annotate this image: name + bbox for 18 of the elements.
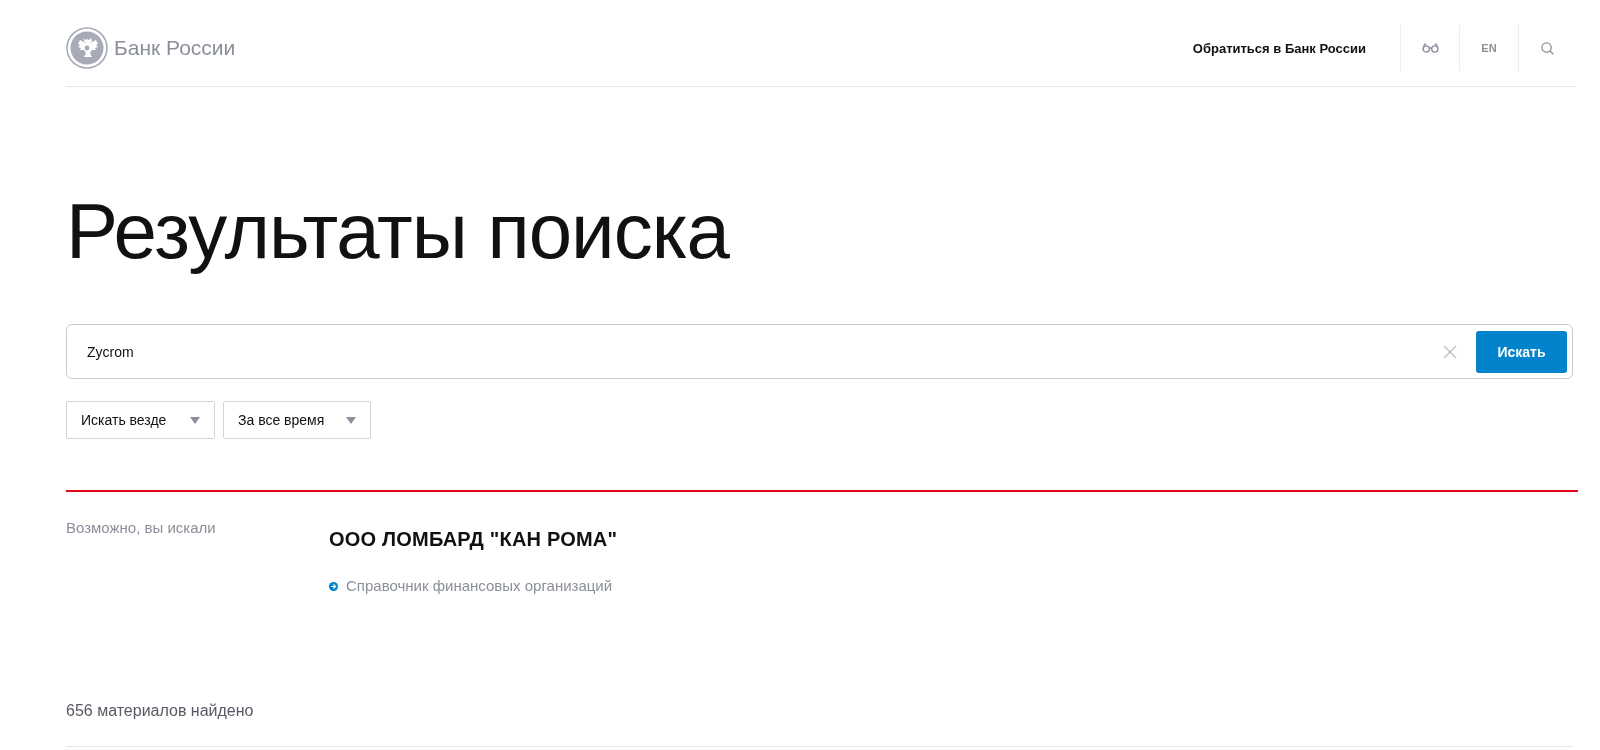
clear-icon[interactable]	[1443, 344, 1457, 359]
suggestion-label: Возможно, вы искали	[66, 518, 217, 538]
search-icon[interactable]	[1540, 41, 1554, 55]
emblem-icon[interactable]	[66, 27, 108, 69]
results-count: 656 материалов найдено	[66, 701, 255, 721]
dropdown-label[interactable]: За все время	[238, 412, 325, 428]
filter-dropdown[interactable]: За все время	[223, 401, 371, 439]
glasses-icon[interactable]	[1421, 43, 1439, 53]
filter-dropdown[interactable]: Искать везде	[66, 401, 215, 439]
search-button[interactable]: Искать	[1476, 330, 1567, 373]
search-field[interactable]: Zycrom Искать	[66, 324, 1573, 379]
arrow-circle-icon	[329, 581, 338, 591]
contact-link[interactable]: Обратиться в Банк России	[1192, 40, 1366, 56]
page-title: Результаты поиска	[66, 187, 731, 275]
suggestion-title[interactable]: ООО ЛОМБАРД "КАН РОМА"	[329, 526, 618, 552]
caret-icon[interactable]	[190, 416, 200, 424]
caret-icon[interactable]	[346, 416, 356, 424]
dropdown-label[interactable]: Искать везде	[81, 412, 167, 428]
